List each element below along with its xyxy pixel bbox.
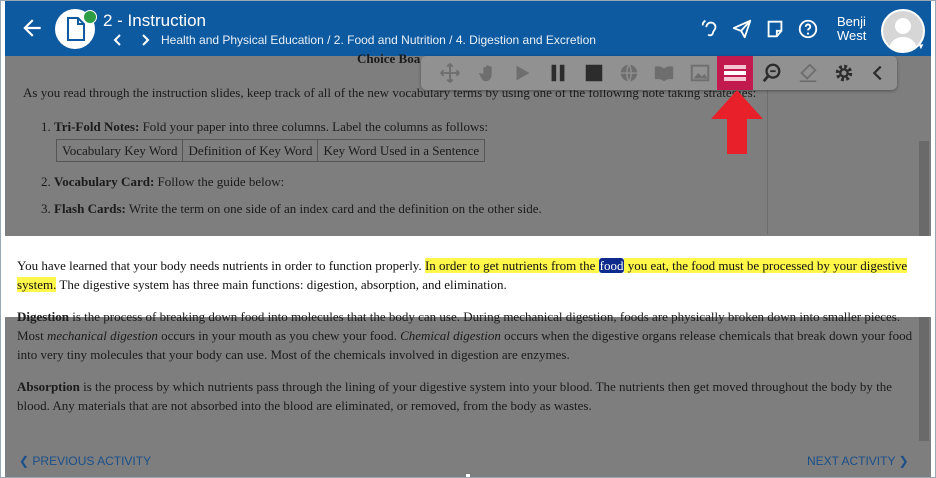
help-icon[interactable] bbox=[797, 18, 819, 40]
book-icon[interactable] bbox=[653, 62, 675, 84]
list-item: 2. Vocabulary Card: Follow the guide bel… bbox=[41, 172, 284, 191]
stop-icon[interactable] bbox=[583, 62, 605, 84]
user-last-name: West bbox=[837, 28, 867, 43]
pause-icon[interactable] bbox=[547, 62, 569, 84]
next-activity-link[interactable]: NEXT ACTIVITY ❯ bbox=[807, 454, 909, 468]
tri-fold-label: Tri-Fold Notes: bbox=[54, 119, 140, 134]
highlighter-icon[interactable] bbox=[797, 62, 819, 84]
image-icon[interactable] bbox=[689, 62, 711, 84]
play-icon[interactable] bbox=[511, 62, 533, 84]
gear-icon[interactable] bbox=[833, 62, 855, 84]
collapse-icon[interactable] bbox=[867, 62, 889, 84]
list-item: 1. Tri-Fold Notes: Fold your paper into … bbox=[41, 117, 488, 136]
send-icon[interactable] bbox=[731, 18, 753, 40]
table-cell: Vocabulary Key Word bbox=[56, 139, 184, 162]
resize-handle[interactable] bbox=[465, 473, 471, 477]
focus-paragraph: You have learned that your body needs nu… bbox=[17, 256, 917, 294]
choice-board-heading: Choice Boa bbox=[357, 51, 421, 66]
vocabulary-card-label: Vocabulary Card: bbox=[54, 174, 155, 189]
header-bar: 2 - Instruction Health and Physical Educ… bbox=[5, 1, 931, 56]
digestion-term: Digestion bbox=[17, 309, 69, 324]
list-number: 3. bbox=[41, 201, 51, 216]
user-name[interactable]: Benji West bbox=[837, 15, 866, 43]
next-page-chevron-icon[interactable] bbox=[138, 33, 152, 47]
user-first-name: Benji bbox=[837, 14, 866, 29]
digestion-paragraph: Digestion is the process of breaking dow… bbox=[17, 307, 917, 364]
digestion-emphasis: mechanical digestion bbox=[46, 328, 158, 343]
digestion-text: occurs in your mouth as you chew your fo… bbox=[161, 328, 397, 343]
prev-page-chevron-icon[interactable] bbox=[111, 33, 125, 47]
screen-mask-icon bbox=[724, 65, 746, 81]
screen-mask-window: You have learned that your body needs nu… bbox=[5, 236, 931, 317]
hearing-icon[interactable] bbox=[699, 18, 721, 40]
page-title: 2 - Instruction bbox=[103, 11, 206, 30]
next-activity-label: NEXT ACTIVITY bbox=[807, 454, 896, 468]
list-item: 3. Flash Cards: Write the term on one si… bbox=[41, 199, 542, 218]
app-window: 2 - Instruction Health and Physical Educ… bbox=[0, 0, 936, 478]
vocabulary-card-text: Follow the guide below: bbox=[157, 174, 285, 189]
previous-activity-link[interactable]: ❮ PREVIOUS ACTIVITY bbox=[19, 454, 151, 468]
selected-word[interactable]: food bbox=[598, 258, 625, 273]
annotation-arrow-icon bbox=[711, 90, 763, 154]
flash-cards-label: Flash Cards: bbox=[54, 201, 126, 216]
list-number: 1. bbox=[41, 119, 51, 134]
reading-toolbar bbox=[421, 56, 897, 90]
screen-mask-button[interactable] bbox=[717, 56, 753, 90]
globe-icon[interactable] bbox=[618, 62, 640, 84]
absorption-text: is the process by which nutrients pass t… bbox=[17, 379, 893, 413]
digestion-emphasis: Chemical digestion bbox=[400, 328, 501, 343]
chevron-left-icon: ❮ bbox=[19, 454, 30, 468]
chevron-right-icon: ❯ bbox=[898, 454, 909, 468]
note-icon[interactable] bbox=[764, 18, 786, 40]
zoom-icon[interactable] bbox=[761, 62, 783, 84]
absorption-term: Absorption bbox=[17, 379, 80, 394]
user-menu-caret-icon[interactable]: ▼ bbox=[917, 42, 925, 51]
previous-activity-label: PREVIOUS ACTIVITY bbox=[32, 454, 152, 468]
flash-cards-text: Write the term on one side of an index c… bbox=[128, 201, 542, 216]
focus-text-before: You have learned that your body needs nu… bbox=[17, 258, 422, 273]
highlighted-text: In order to get nutrients from the bbox=[424, 258, 596, 273]
complete-check-icon bbox=[83, 10, 97, 24]
back-arrow-icon[interactable] bbox=[19, 15, 45, 41]
focus-text-after: The digestive system has three main func… bbox=[59, 277, 507, 292]
table-cell: Definition of Key Word bbox=[182, 139, 319, 162]
list-number: 2. bbox=[41, 174, 51, 189]
hand-icon[interactable] bbox=[477, 62, 499, 84]
tri-fold-text: Fold your paper into three columns. Labe… bbox=[142, 119, 489, 134]
absorption-paragraph: Absorption is the process by which nutri… bbox=[17, 377, 917, 415]
breadcrumb[interactable]: Health and Physical Education / 2. Food … bbox=[161, 33, 596, 47]
move-icon[interactable] bbox=[439, 62, 461, 84]
columns-table: Vocabulary Key Word Definition of Key Wor… bbox=[56, 139, 486, 162]
table-cell: Key Word Used in a Sentence bbox=[317, 139, 486, 162]
